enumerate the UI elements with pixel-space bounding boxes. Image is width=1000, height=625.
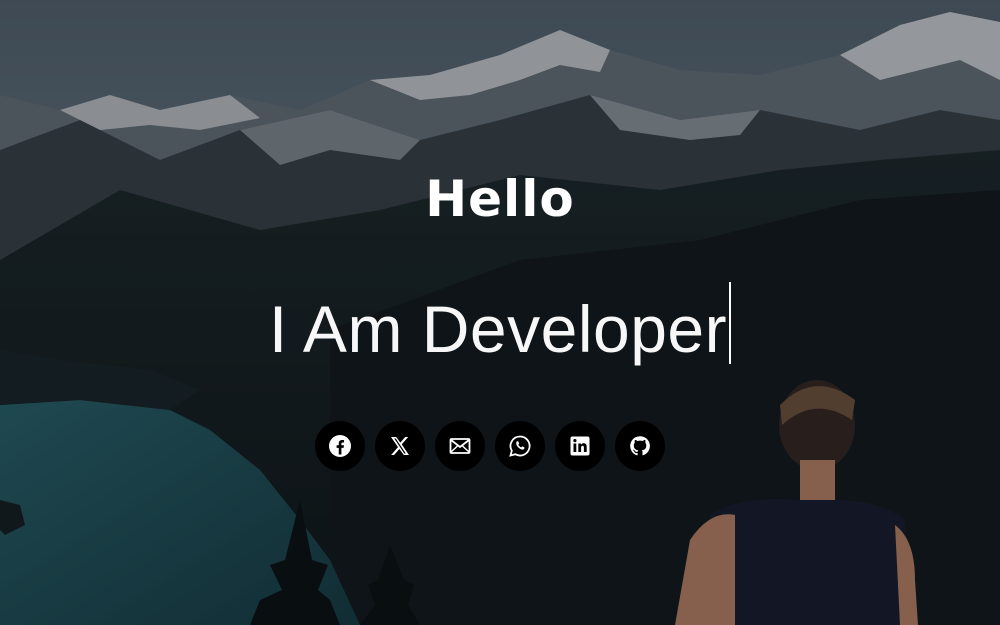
hero-section: Hello I Am Developer (0, 0, 1000, 625)
greeting-heading: Hello (425, 170, 575, 228)
github-icon (630, 436, 650, 456)
x-button[interactable] (375, 421, 425, 471)
mail-icon (449, 438, 471, 454)
social-links (315, 421, 665, 471)
linkedin-icon (570, 436, 590, 456)
linkedin-button[interactable] (555, 421, 605, 471)
github-button[interactable] (615, 421, 665, 471)
facebook-button[interactable] (315, 421, 365, 471)
whatsapp-icon (509, 435, 531, 457)
typed-text: I Am Developer (268, 292, 728, 366)
x-icon (391, 437, 409, 455)
facebook-icon (329, 435, 351, 457)
typing-cursor (729, 282, 732, 364)
hero-content: Hello I Am Developer (0, 0, 1000, 625)
whatsapp-button[interactable] (495, 421, 545, 471)
typed-headline: I Am Developer (0, 282, 1000, 367)
email-button[interactable] (435, 421, 485, 471)
